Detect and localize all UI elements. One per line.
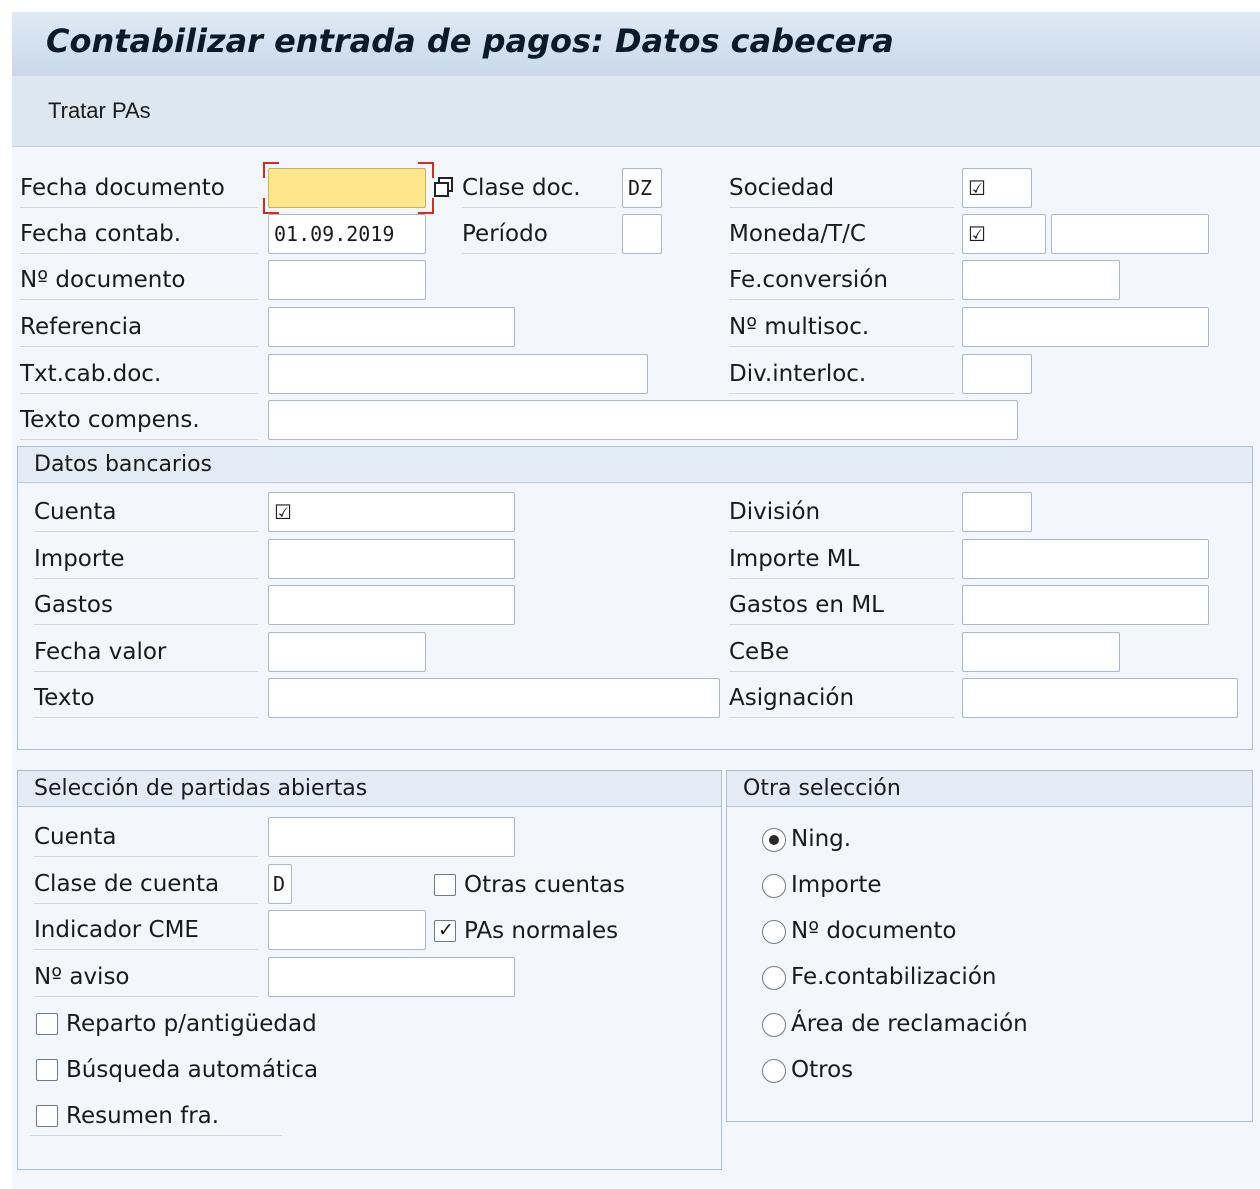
gastos-field[interactable]	[268, 585, 515, 625]
resumen-fra-label: Resumen fra.	[66, 1103, 220, 1129]
tratar-pas-button[interactable]: Tratar PAs	[48, 98, 151, 124]
fe-conversion-field[interactable]	[962, 260, 1120, 300]
referencia-label: Referencia	[20, 307, 258, 347]
fecha-valor-field[interactable]	[268, 632, 426, 672]
seleccion-partidas-title: Selección de partidas abiertas	[18, 771, 721, 807]
gastos-ml-field[interactable]	[962, 585, 1209, 625]
indicador-cme-field[interactable]	[268, 910, 426, 950]
datos-bancarios-title: Datos bancarios	[18, 447, 1252, 483]
title-bar: Contabilizar entrada de pagos: Datos cab…	[12, 12, 1260, 77]
radio-area-reclamacion[interactable]	[762, 1013, 786, 1037]
cuenta-label: Cuenta	[34, 492, 258, 532]
busqueda-automatica-checkbox[interactable]	[36, 1059, 58, 1081]
otra-seleccion-title: Otra selección	[727, 771, 1252, 807]
texto-compens-field[interactable]	[268, 400, 1018, 440]
radio-importe[interactable]	[762, 874, 786, 898]
focus-corner-icon	[263, 198, 279, 214]
radio-otros[interactable]	[762, 1059, 786, 1083]
no-multisoc-field[interactable]	[962, 307, 1209, 347]
periodo-field[interactable]	[622, 214, 662, 254]
no-documento-field[interactable]	[268, 260, 426, 300]
radio-no-documento[interactable]	[762, 920, 786, 944]
cebe-field[interactable]	[962, 632, 1120, 672]
fe-conversion-label: Fe.conversión	[729, 260, 954, 300]
texto-field[interactable]	[268, 678, 720, 718]
checkmark-icon: ✓	[438, 919, 454, 941]
radio-area-reclamacion-label: Área de reclamación	[791, 1011, 1028, 1037]
reparto-antiguedad-checkbox[interactable]	[36, 1013, 58, 1035]
moneda-tc-label: Moneda/T/C	[729, 214, 954, 254]
indicador-cme-label: Indicador CME	[34, 910, 258, 950]
importe-field[interactable]	[268, 539, 515, 579]
importe-ml-field[interactable]	[962, 539, 1209, 579]
clase-cuenta-field[interactable]: D	[268, 864, 292, 904]
pas-normales-label: PAs normales	[464, 918, 619, 944]
importe-label: Importe	[34, 539, 258, 579]
clase-doc-field[interactable]: DZ	[622, 168, 662, 208]
fecha-contab-label: Fecha contab.	[20, 214, 258, 254]
asignacion-label: Asignación	[729, 678, 954, 718]
no-multisoc-label: Nº multisoc.	[729, 307, 954, 347]
fecha-contab-field[interactable]: 01.09.2019	[268, 214, 426, 254]
radio-ning[interactable]	[762, 828, 786, 852]
value-help-icon[interactable]	[432, 175, 456, 199]
radio-importe-label: Importe	[791, 872, 882, 898]
radio-fe-contabilizacion[interactable]	[762, 966, 786, 990]
no-aviso-label: Nº aviso	[34, 957, 258, 997]
moneda-field[interactable]: ☑	[962, 214, 1046, 254]
asignacion-field[interactable]	[962, 678, 1238, 718]
radio-no-documento-label: Nº documento	[791, 918, 957, 944]
busqueda-automatica-label: Búsqueda automática	[66, 1057, 319, 1083]
no-documento-label: Nº documento	[20, 260, 258, 300]
division-label: División	[729, 492, 954, 532]
tipo-cambio-field[interactable]	[1051, 214, 1209, 254]
division-field[interactable]	[962, 492, 1032, 532]
focus-corner-icon	[263, 162, 279, 178]
sociedad-field[interactable]: ☑	[962, 168, 1032, 208]
pas-normales-checkbox[interactable]: ✓	[434, 919, 456, 942]
fecha-documento-label: Fecha documento	[20, 168, 258, 208]
page-title: Contabilizar entrada de pagos: Datos cab…	[46, 22, 894, 60]
clase-cuenta-label: Clase de cuenta	[34, 864, 258, 904]
cuenta-field[interactable]: ☑	[268, 492, 515, 532]
fecha-valor-label: Fecha valor	[34, 632, 258, 672]
no-aviso-field[interactable]	[268, 957, 515, 997]
sociedad-label: Sociedad	[729, 168, 954, 208]
radio-ning-label: Ning.	[791, 826, 852, 852]
application-toolbar: Tratar PAs	[12, 76, 1260, 147]
div-interloc-label: Div.interloc.	[729, 354, 954, 394]
clase-doc-label: Clase doc.	[462, 168, 616, 208]
otras-cuentas-label: Otras cuentas	[464, 872, 626, 898]
gastos-label: Gastos	[34, 585, 258, 625]
texto-label: Texto	[34, 678, 258, 718]
divider	[30, 1135, 282, 1136]
reparto-antiguedad-label: Reparto p/antigüedad	[66, 1011, 317, 1037]
cebe-label: CeBe	[729, 632, 954, 672]
fecha-documento-field[interactable]	[268, 168, 426, 208]
otras-cuentas-checkbox[interactable]	[434, 874, 456, 896]
radio-otros-label: Otros	[791, 1057, 854, 1083]
importe-ml-label: Importe ML	[729, 539, 954, 579]
div-interloc-field[interactable]	[962, 354, 1032, 394]
txt-cab-doc-label: Txt.cab.doc.	[20, 354, 258, 394]
gastos-ml-label: Gastos en ML	[729, 585, 954, 625]
radio-selected-dot-icon	[769, 835, 779, 845]
texto-compens-label: Texto compens.	[20, 400, 258, 440]
focus-corner-icon	[418, 198, 434, 214]
sel-cuenta-field[interactable]	[268, 817, 515, 857]
periodo-label: Período	[462, 214, 616, 254]
txt-cab-doc-field[interactable]	[268, 354, 648, 394]
sel-cuenta-label: Cuenta	[34, 817, 258, 857]
radio-fe-contabilizacion-label: Fe.contabilización	[791, 964, 997, 990]
referencia-field[interactable]	[268, 307, 515, 347]
resumen-fra-checkbox[interactable]	[36, 1105, 58, 1127]
